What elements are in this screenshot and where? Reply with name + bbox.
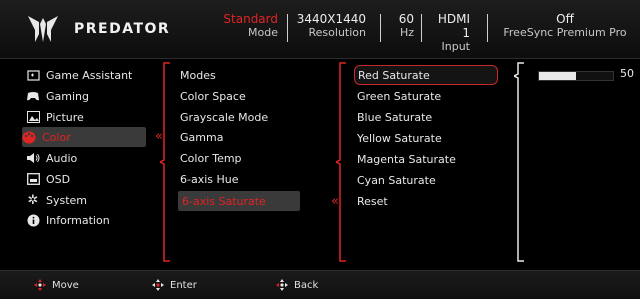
osd-footer: Move Enter Back bbox=[0, 270, 640, 299]
input-status: HDMI 1 Input bbox=[428, 12, 470, 54]
submenu-item-color-space[interactable]: Color Space bbox=[178, 86, 300, 106]
saturate-item-label: Blue Saturate bbox=[357, 110, 433, 124]
osd-icon bbox=[26, 172, 40, 186]
menu-item-audio[interactable]: Audio bbox=[26, 148, 144, 168]
header-divider bbox=[380, 14, 381, 42]
resolution-value: 3440X1440 bbox=[296, 12, 366, 26]
submenu-item-label: Color Temp bbox=[180, 151, 242, 165]
hint-back: Back bbox=[276, 279, 318, 291]
speaker-icon bbox=[26, 151, 40, 165]
menu-item-label: Information bbox=[46, 213, 110, 227]
dpad-enter-icon bbox=[152, 279, 164, 291]
mode-value: Standard bbox=[223, 12, 278, 26]
menu-item-label: Game Assistant bbox=[46, 68, 133, 82]
submenu-item-label: Grayscale Mode bbox=[180, 110, 269, 124]
saturate-item-label: Red Saturate bbox=[358, 68, 430, 82]
osd-header: PREDATOR Standard Mode 3440X1440 Resolut… bbox=[0, 0, 640, 59]
resolution-label: Resolution bbox=[308, 26, 366, 39]
menu-item-label: Picture bbox=[46, 110, 84, 124]
freesync-value: Off bbox=[556, 12, 574, 26]
red-saturate-slider[interactable] bbox=[538, 71, 614, 81]
submenu-item-gamma[interactable]: Gamma bbox=[178, 127, 300, 147]
hint-enter-label: Enter bbox=[170, 279, 197, 291]
submenu-item-grayscale-mode[interactable]: Grayscale Mode bbox=[178, 107, 300, 127]
header-divider bbox=[287, 14, 288, 42]
info-icon bbox=[26, 213, 40, 227]
refresh-status: 60 Hz bbox=[392, 12, 414, 40]
submenu-item-6-axis-hue[interactable]: 6-axis Hue bbox=[178, 169, 300, 189]
refresh-value: 60 bbox=[398, 12, 414, 26]
menu-item-label: System bbox=[46, 193, 88, 207]
saturate-item-green[interactable]: Green Saturate bbox=[354, 86, 498, 106]
menu-item-label: Color bbox=[42, 130, 71, 144]
saturate-item-label: Magenta Saturate bbox=[357, 152, 456, 166]
header-divider bbox=[421, 14, 422, 42]
picture-icon bbox=[26, 110, 40, 124]
slider-fill bbox=[539, 72, 576, 80]
submenu-item-label: Color Space bbox=[180, 89, 246, 103]
menu-item-color[interactable]: Color bbox=[22, 127, 146, 147]
header-divider bbox=[487, 14, 488, 42]
hint-move-label: Move bbox=[52, 279, 79, 291]
submenu-bracket bbox=[160, 62, 170, 262]
mode-status: Standard Mode bbox=[212, 12, 278, 40]
input-value: HDMI 1 bbox=[437, 12, 470, 40]
submenu-item-modes[interactable]: Modes bbox=[178, 65, 300, 85]
predator-logo-icon bbox=[28, 16, 58, 42]
dpad-move-icon bbox=[34, 279, 46, 291]
menu-item-osd[interactable]: OSD bbox=[26, 169, 144, 189]
hint-move: Move bbox=[34, 279, 79, 291]
hint-back-label: Back bbox=[294, 279, 319, 291]
saturate-item-label: Cyan Saturate bbox=[357, 173, 436, 187]
saturate-item-red[interactable]: Red Saturate bbox=[354, 65, 498, 85]
game-assistant-icon bbox=[26, 68, 40, 82]
saturate-item-cyan[interactable]: Cyan Saturate bbox=[354, 170, 498, 190]
submenu-item-label: 6-axis Saturate bbox=[182, 194, 266, 208]
menu-item-label: OSD bbox=[46, 172, 71, 186]
menu-item-picture[interactable]: Picture bbox=[26, 107, 144, 127]
saturate-item-label: Green Saturate bbox=[357, 89, 442, 103]
input-label: Input bbox=[441, 40, 470, 53]
menu-item-system[interactable]: ✲ System bbox=[26, 190, 144, 210]
submenu-item-6-axis-saturate[interactable]: 6-axis Saturate bbox=[178, 191, 300, 211]
mode-label: Mode bbox=[248, 26, 278, 39]
saturate-item-label: Reset bbox=[357, 194, 388, 208]
menu-item-label: Audio bbox=[46, 151, 78, 165]
saturate-bracket bbox=[336, 62, 346, 262]
submenu-item-label: 6-axis Hue bbox=[180, 172, 239, 186]
saturate-item-label: Yellow Saturate bbox=[357, 131, 442, 145]
submenu-item-label: Modes bbox=[180, 68, 216, 82]
color-palette-icon bbox=[22, 130, 36, 144]
resolution-status: 3440X1440 Resolution bbox=[292, 12, 366, 40]
menu-item-gaming[interactable]: Gaming bbox=[26, 86, 144, 106]
freesync-status: Off FreeSync Premium Pro bbox=[494, 12, 636, 40]
saturate-item-yellow[interactable]: Yellow Saturate bbox=[354, 128, 498, 148]
saturate-item-reset[interactable]: Reset bbox=[354, 191, 498, 211]
menu-item-label: Gaming bbox=[46, 89, 89, 103]
saturate-item-blue[interactable]: Blue Saturate bbox=[354, 107, 498, 127]
slider-value: 50 bbox=[620, 67, 634, 80]
value-bracket bbox=[514, 62, 524, 262]
brand-name: PREDATOR bbox=[74, 21, 171, 37]
gear-icon: ✲ bbox=[27, 192, 39, 208]
submenu-item-label: Gamma bbox=[180, 130, 224, 144]
menu-item-information[interactable]: Information bbox=[26, 210, 144, 230]
dpad-back-icon bbox=[276, 279, 288, 291]
hint-enter: Enter bbox=[152, 279, 197, 291]
saturate-item-magenta[interactable]: Magenta Saturate bbox=[354, 149, 498, 169]
refresh-label: Hz bbox=[399, 26, 414, 39]
freesync-label: FreeSync Premium Pro bbox=[503, 26, 627, 39]
gamepad-icon bbox=[26, 89, 40, 103]
menu-item-game-assistant[interactable]: Game Assistant bbox=[26, 65, 144, 85]
submenu-item-color-temp[interactable]: Color Temp bbox=[178, 148, 300, 168]
